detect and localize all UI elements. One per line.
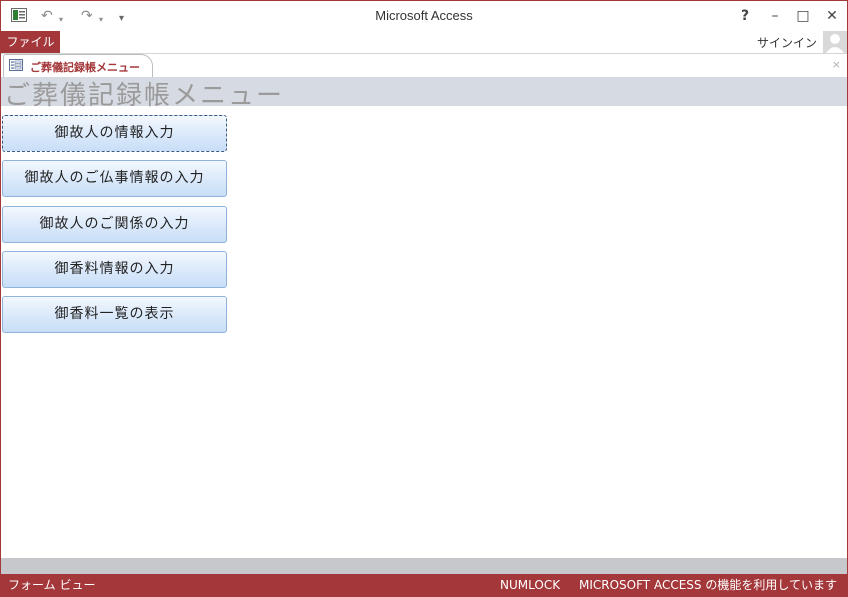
title-bar: ↶ ▾ ↷ ▾ ▾ Microsoft Access ? – □ ✕: [1, 1, 847, 31]
condolence-money-list-button[interactable]: 御香料一覧の表示: [2, 296, 227, 333]
minimize-button[interactable]: –: [765, 6, 785, 26]
form-header: ご葬儀記録帳メニュー: [1, 77, 847, 111]
form-icon: [9, 59, 23, 71]
deceased-memorial-info-entry-button[interactable]: 御故人のご仏事情報の入力: [2, 160, 227, 197]
view-mode-label: フォーム ビュー: [8, 578, 96, 592]
status-bar: フォーム ビュー NUMLOCK MICROSOFT ACCESS の機能を利用…: [1, 574, 847, 596]
document-tab-strip: ご葬儀記録帳メニュー ×: [1, 54, 847, 77]
signin-link[interactable]: サインイン: [757, 34, 817, 51]
deceased-relations-entry-button[interactable]: 御故人のご関係の入力: [2, 206, 227, 243]
numlock-indicator: NUMLOCK: [500, 578, 561, 592]
ribbon-bar: ファイル サインイン: [1, 31, 847, 54]
condolence-money-entry-button[interactable]: 御香料情報の入力: [2, 251, 227, 288]
help-button[interactable]: ?: [735, 6, 755, 26]
maximize-button[interactable]: □: [793, 6, 813, 26]
deceased-info-entry-button[interactable]: 御故人の情報入力: [2, 115, 227, 152]
access-window: ↶ ▾ ↷ ▾ ▾ Microsoft Access ? – □ ✕ ファイル …: [0, 0, 848, 597]
status-message: MICROSOFT ACCESS の機能を利用しています: [579, 578, 837, 592]
file-tab[interactable]: ファイル: [1, 31, 60, 53]
horizontal-scrollbar[interactable]: [1, 558, 847, 574]
close-button[interactable]: ✕: [822, 6, 842, 26]
document-tab-label: ご葬儀記録帳メニュー: [30, 61, 140, 74]
form-title: ご葬儀記録帳メニュー: [4, 81, 285, 111]
user-avatar-icon[interactable]: [823, 31, 847, 53]
window-title: Microsoft Access: [375, 8, 473, 23]
close-tab-icon[interactable]: ×: [832, 58, 841, 71]
document-tab[interactable]: ご葬儀記録帳メニュー: [3, 54, 153, 77]
